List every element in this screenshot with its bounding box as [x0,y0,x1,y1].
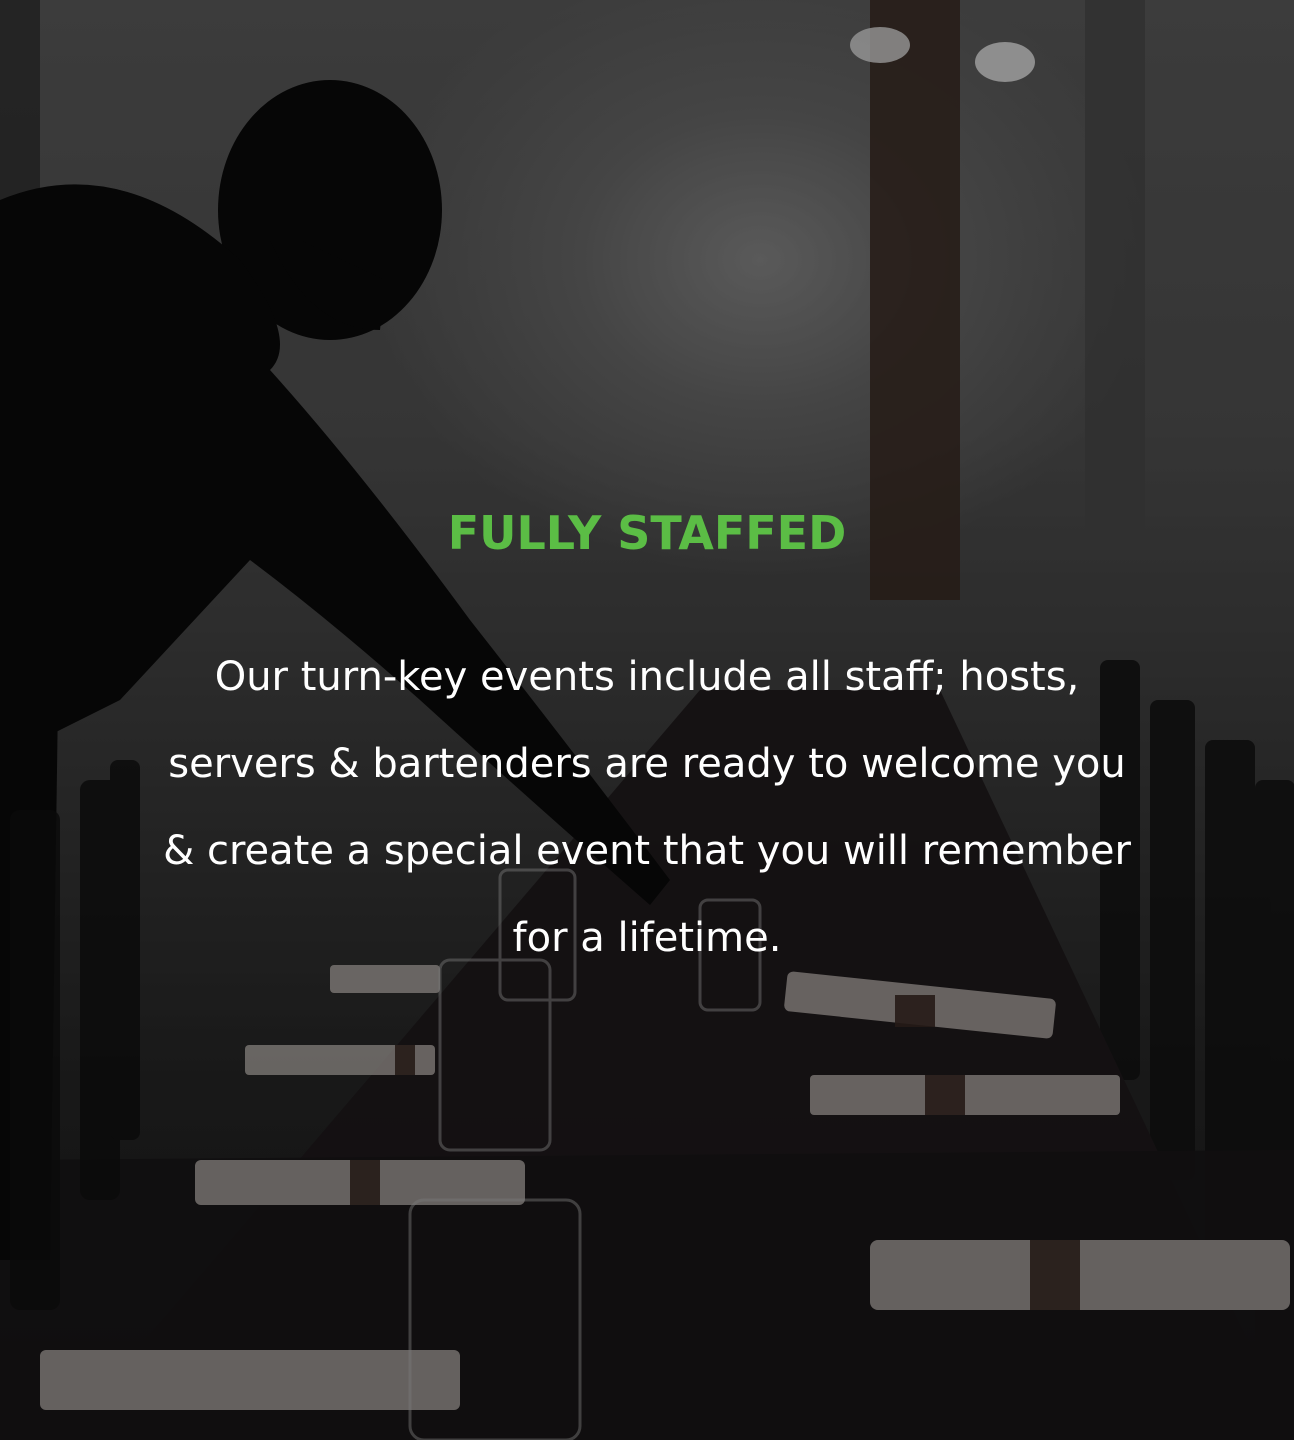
content-block: FULLY STAFFED Our turn-key events includ… [0,500,1294,982]
section-description: Our turn-key events include all staff; h… [163,654,1131,961]
hero-section: FULLY STAFFED Our turn-key events includ… [0,0,1294,1440]
section-heading: FULLY STAFFED [447,506,847,560]
